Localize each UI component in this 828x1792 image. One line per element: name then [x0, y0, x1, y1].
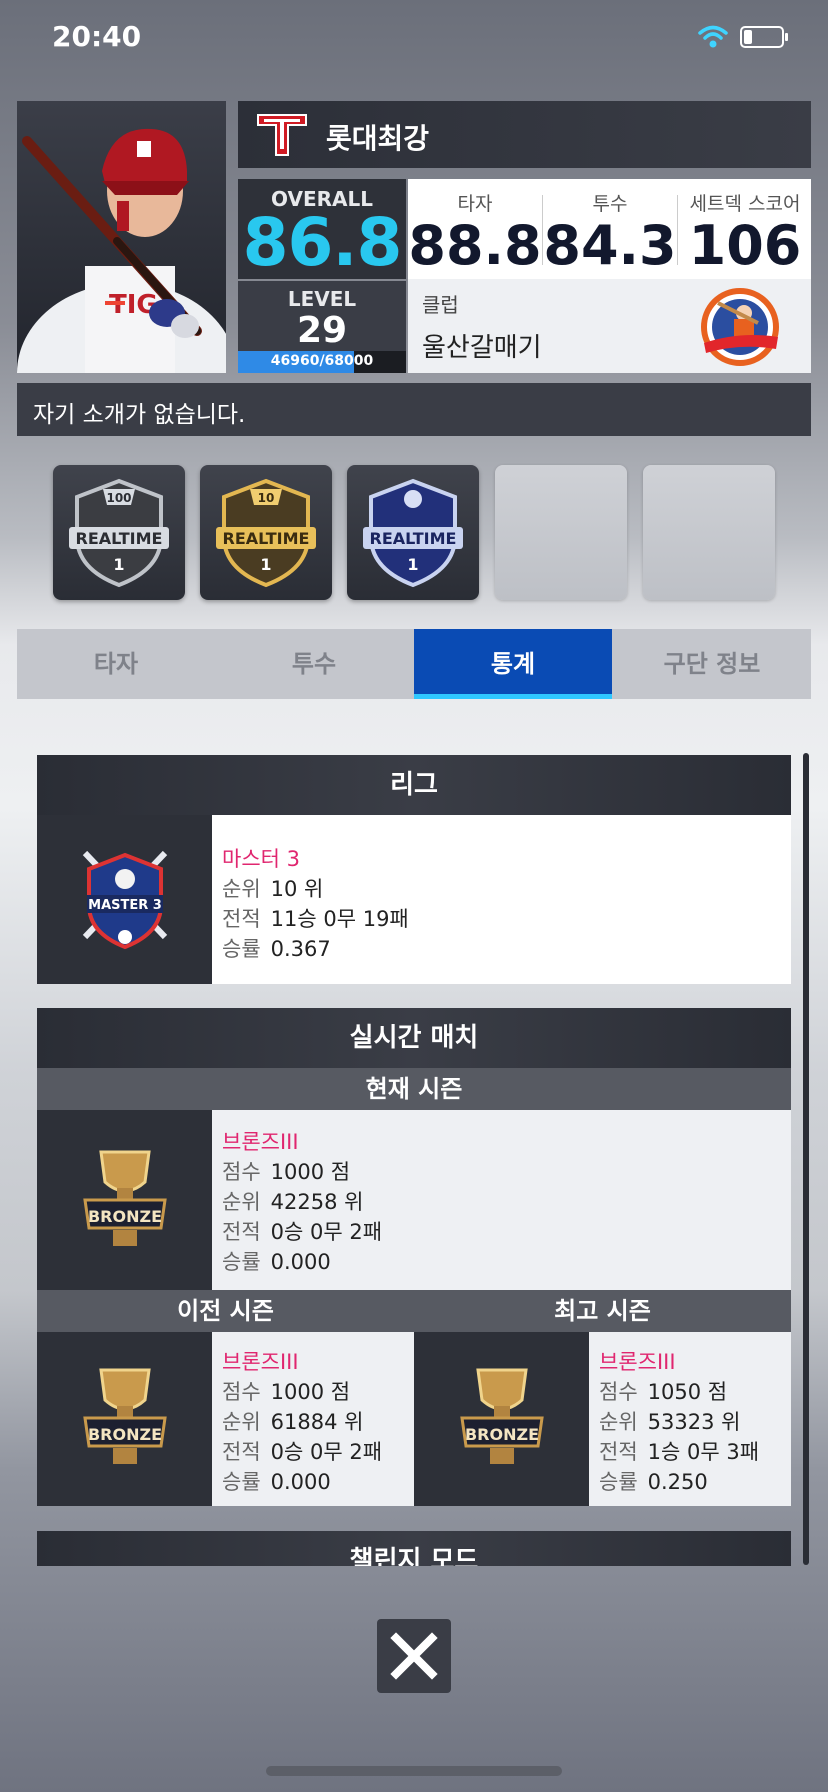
club-label: 클럽 [422, 293, 459, 317]
pitcher-label: 투수 [592, 193, 628, 215]
svg-text:REALTIME: REALTIME [76, 529, 163, 548]
scrollbar[interactable] [803, 753, 809, 1565]
svg-text:10: 10 [258, 491, 275, 505]
achievement-badge[interactable]: 100 REALTIME 1 [53, 465, 185, 600]
svg-text:REALTIME: REALTIME [370, 529, 457, 548]
bronze-emblem-icon: BRONZE [83, 1150, 167, 1246]
bronze-emblem-text: BRONZE [88, 1207, 162, 1226]
svg-text:100: 100 [106, 491, 131, 505]
svg-text:REALTIME: REALTIME [223, 529, 310, 548]
pitcher-value: 84.3 [543, 214, 677, 277]
best-season-rank-row: 순위 53323 위 [599, 1410, 741, 1434]
team-logo-icon [256, 113, 308, 157]
wifi-icon [698, 24, 728, 54]
current-season-tier: 브론즈III [222, 1130, 299, 1154]
previous-season-score-row: 점수 1000 점 [222, 1380, 351, 1404]
empty-badge-slot[interactable] [495, 465, 627, 600]
master-emblem-icon: MASTER 3 [82, 850, 168, 950]
current-season-winrate-row: 승률 0.000 [222, 1250, 331, 1274]
tab-stats[interactable]: 통계 [414, 629, 612, 699]
exp-progress-text: 46960/68000 [270, 353, 374, 369]
pitcher-stat: 투수 84.3 [543, 179, 677, 279]
player-name-bar: 롯대최강 [238, 101, 811, 168]
overall-value: 86.8 [242, 204, 403, 281]
bronze-emblem-icon: BRONZE [83, 1368, 167, 1464]
tab-pitcher[interactable]: 투수 [215, 629, 413, 699]
previous-season-winrate-row: 승률 0.000 [222, 1470, 331, 1494]
current-season-emblem-cell: BRONZE [37, 1110, 212, 1290]
svg-text:1: 1 [113, 555, 124, 574]
svg-text:1: 1 [260, 555, 271, 574]
achievement-badge[interactable]: 10 REALTIME 1 [200, 465, 332, 600]
hitter-label: 타자 [457, 193, 493, 215]
tab-hitter[interactable]: 타자 [17, 629, 215, 699]
previous-season-info: 브론즈III 점수 1000 점 순위 61884 위 전적 0승 0무 2패 승률 0… [212, 1332, 414, 1506]
overall-box: OVERALL 86.8 [238, 179, 406, 279]
current-season-score-row: 점수 1000 점 [222, 1160, 351, 1184]
exp-progress-bar: 46960/68000 [238, 351, 406, 373]
league-tier: 마스터 3 [222, 847, 300, 871]
league-header: 리그 [37, 755, 791, 815]
previous-season-emblem-cell: BRONZE [37, 1332, 212, 1506]
svg-text:1: 1 [407, 555, 418, 574]
bronze-emblem-text: BRONZE [465, 1425, 539, 1444]
tab-team-info[interactable]: 구단 정보 [613, 629, 811, 699]
current-season-header: 현재 시즌 [37, 1068, 791, 1110]
level-label: LEVEL [287, 287, 357, 311]
previous-season-rank-row: 순위 61884 위 [222, 1410, 364, 1434]
hitter-stat: 타자 88.8 [408, 179, 542, 279]
league-rank-row: 순위 10 위 [222, 877, 324, 901]
close-icon [390, 1632, 438, 1680]
master-emblem-text: MASTER 3 [88, 898, 162, 913]
hitter-value: 88.8 [408, 214, 542, 277]
best-season-info: 브론즈III 점수 1050 점 순위 53323 위 전적 1승 0무 3패 승률 0… [589, 1332, 791, 1506]
status-time: 20:40 [52, 20, 142, 53]
player-portrait[interactable]: TIG [17, 101, 226, 373]
current-season-rank-row: 순위 42258 위 [222, 1190, 364, 1214]
home-indicator[interactable] [266, 1766, 562, 1776]
current-season-info: 브론즈III 점수 1000 점 순위 42258 위 전적 0승 0무 2패 승률 0… [212, 1110, 791, 1290]
league-info: 마스터 3 순위 10 위 전적 11승 0무 19패 승률 0.367 [212, 815, 791, 984]
profile-tabs: 타자 투수 통계 구단 정보 [17, 629, 811, 699]
player-name: 롯대최강 [326, 122, 430, 155]
self-intro-text: 자기 소개가 없습니다. [33, 402, 246, 428]
best-season-header: 최고 시즌 [414, 1290, 791, 1332]
realtime-badge-icon: 100 REALTIME 1 [69, 478, 169, 588]
best-season-record-row: 전적 1승 0무 3패 [599, 1440, 760, 1464]
self-intro-bar: 자기 소개가 없습니다. [17, 383, 811, 436]
setdeck-stat: 세트덱 스코어 106 [678, 179, 812, 279]
best-season-winrate-row: 승률 0.250 [599, 1470, 708, 1494]
club-name: 울산갈매기 [422, 333, 542, 363]
realtime-header: 실시간 매치 [37, 1008, 791, 1068]
close-button[interactable] [377, 1619, 451, 1693]
previous-season-record-row: 전적 0승 0무 2패 [222, 1440, 383, 1464]
challenge-header: 챌린지 모드 [37, 1531, 791, 1566]
challenge-header-clip: 챌린지 모드 [37, 1531, 791, 1566]
previous-season-tier: 브론즈III [222, 1350, 299, 1374]
bronze-emblem-text: BRONZE [88, 1425, 162, 1444]
best-season-score-row: 점수 1050 점 [599, 1380, 728, 1404]
previous-season-header: 이전 시즌 [37, 1290, 414, 1332]
realtime-badge-icon: 10 REALTIME 1 [216, 478, 316, 588]
best-season-emblem-cell: BRONZE [414, 1332, 589, 1506]
league-emblem-cell: MASTER 3 [37, 815, 212, 984]
status-bar: 20:40 [0, 0, 828, 80]
bronze-emblem-icon: BRONZE [460, 1368, 544, 1464]
best-season-tier: 브론즈III [599, 1350, 676, 1374]
battery-icon [740, 26, 788, 48]
club-panel[interactable]: 클럽 울산갈매기 [408, 279, 811, 373]
club-emblem-icon [698, 287, 782, 367]
current-season-record-row: 전적 0승 0무 2패 [222, 1220, 383, 1244]
setdeck-value: 106 [688, 214, 802, 277]
realtime-badge-icon: REALTIME 1 [363, 478, 463, 588]
empty-badge-slot[interactable] [643, 465, 775, 600]
league-record-row: 전적 11승 0무 19패 [222, 907, 409, 931]
level-box: LEVEL 29 [238, 281, 406, 351]
setdeck-label: 세트덱 스코어 [689, 193, 801, 215]
stats-panel: 타자 88.8 투수 84.3 세트덱 스코어 106 [408, 179, 811, 279]
level-value: 29 [296, 310, 348, 351]
league-winrate-row: 승률 0.367 [222, 937, 331, 961]
achievement-badge[interactable]: REALTIME 1 [347, 465, 479, 600]
